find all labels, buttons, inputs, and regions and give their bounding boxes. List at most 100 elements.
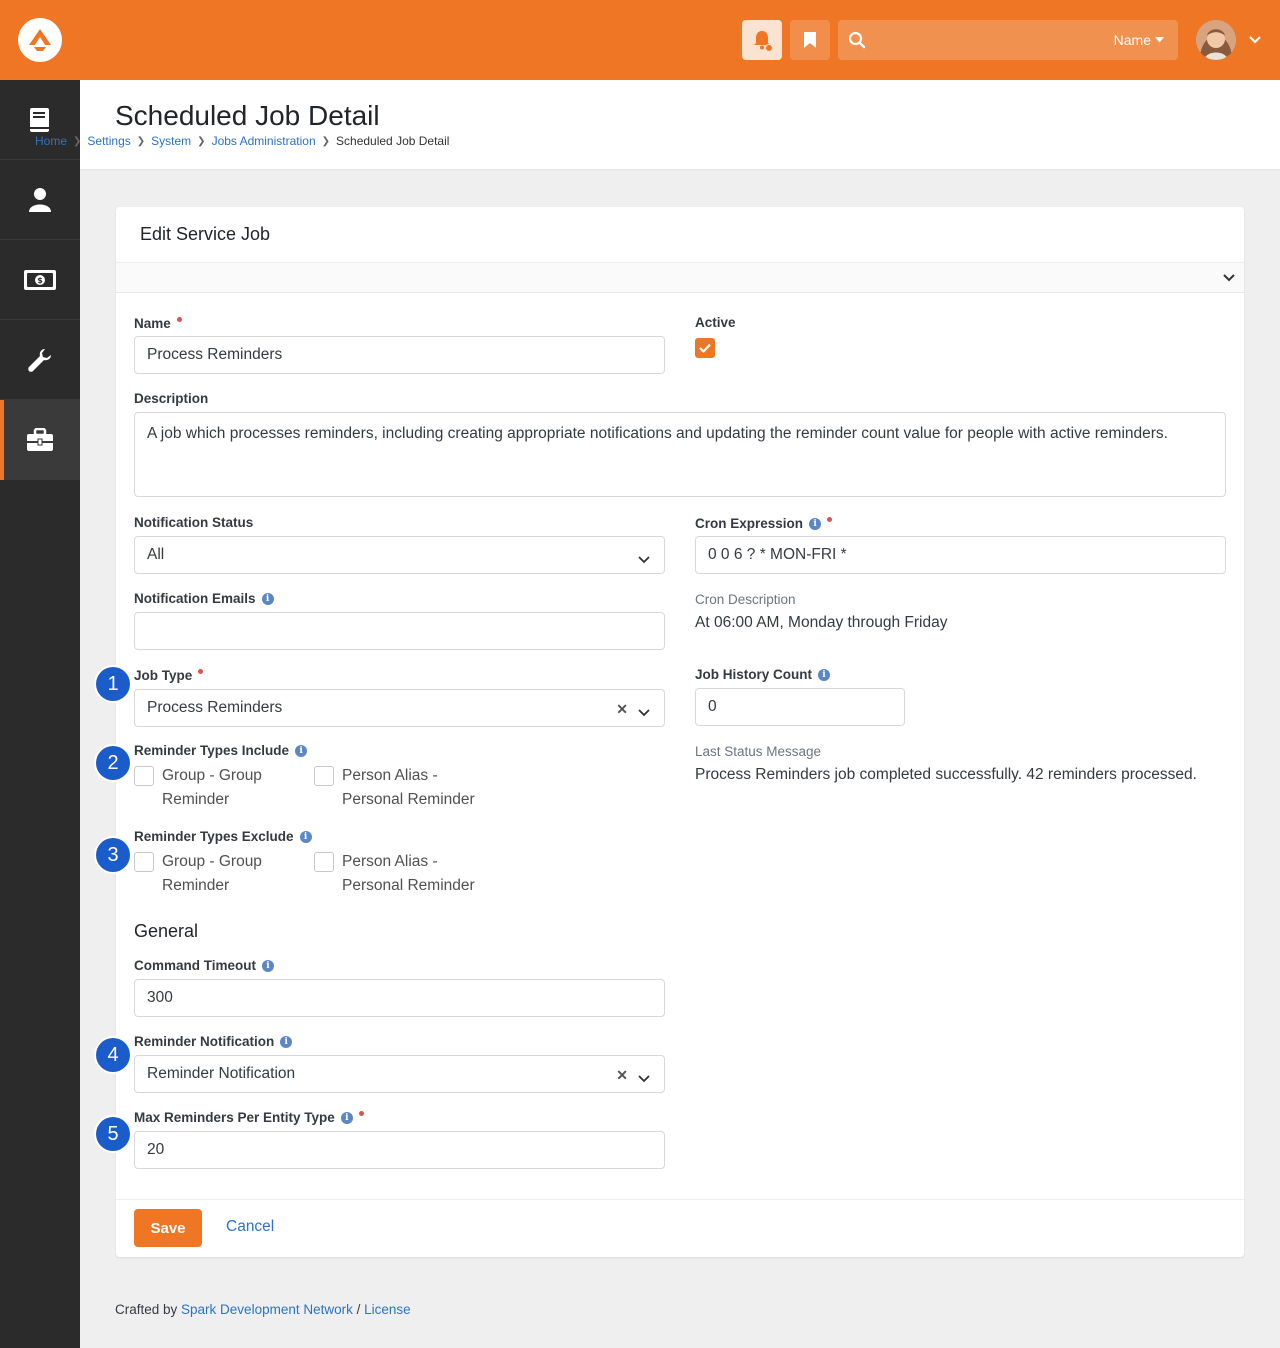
info-icon[interactable]: i	[818, 668, 830, 681]
option-line: Personal Reminder	[342, 791, 475, 808]
option-line: Group - Group	[162, 767, 262, 784]
sidebar-item-pages[interactable]	[0, 80, 80, 160]
cron-expression-label-text: Cron Expression	[695, 516, 804, 531]
chevron-down-icon	[638, 704, 650, 722]
panel-footer	[116, 1199, 1244, 1257]
cron-expression-input[interactable]: 0 0 6 ? * MON-FRI *	[695, 536, 1226, 574]
checkmark-icon	[699, 343, 711, 353]
chevron-down-icon[interactable]	[1222, 271, 1236, 289]
breadcrumb-jobs-administration[interactable]: Jobs Administration	[212, 134, 316, 148]
clear-icon[interactable]: ✕	[616, 701, 628, 718]
cron-expression-label: Cron Expression i	[695, 516, 833, 531]
notification-status-select[interactable]: All	[134, 536, 665, 574]
cron-description-label: Cron Description	[695, 592, 796, 607]
option-line: Personal Reminder	[342, 877, 475, 894]
option-line: Person Alias -	[342, 853, 438, 870]
search-icon	[848, 31, 866, 54]
include-group-reminder-checkbox[interactable]	[134, 766, 154, 786]
info-icon[interactable]: i	[340, 1111, 353, 1124]
exclude-personal-reminder-label[interactable]: Person Alias - Personal Reminder	[342, 850, 475, 898]
cron-description-value: At 06:00 AM, Monday through Friday	[695, 614, 948, 631]
job-history-count-label: Job History Count i	[695, 667, 830, 682]
notification-emails-label: Notification Emails i	[134, 591, 274, 606]
job-history-count-input[interactable]: 0	[695, 688, 905, 726]
required-indicator	[176, 317, 182, 322]
sidebar-item-tools[interactable]	[0, 320, 80, 400]
option-line: Group - Group	[162, 853, 262, 870]
command-timeout-input[interactable]: 300	[134, 979, 665, 1017]
breadcrumb-separator-icon: ❯	[197, 135, 206, 147]
rock-logo-icon[interactable]	[18, 18, 62, 62]
bookmark-icon[interactable]	[790, 20, 830, 60]
max-reminders-label: Max Reminders Per Entity Type i	[134, 1110, 364, 1125]
breadcrumb-separator-icon: ❯	[73, 135, 82, 147]
name-label: Name	[134, 316, 182, 331]
info-icon[interactable]: i	[261, 592, 274, 605]
sidebar-item-admin[interactable]	[0, 400, 80, 480]
command-timeout-label: Command Timeout i	[134, 958, 275, 973]
caret-down-icon	[1155, 37, 1164, 43]
sidebar-item-people[interactable]	[0, 160, 80, 240]
reminder-notification-value: Reminder Notification	[147, 1065, 296, 1082]
include-group-reminder-label[interactable]: Group - Group Reminder	[162, 764, 262, 812]
job-type-value: Process Reminders	[147, 699, 283, 716]
general-section-title: General	[134, 921, 199, 941]
page-footer: Crafted by Spark Development Network / L…	[115, 1302, 411, 1317]
search-input[interactable]	[874, 28, 1094, 52]
info-icon[interactable]: i	[262, 959, 275, 972]
name-input[interactable]: Process Reminders	[134, 336, 665, 374]
cancel-button[interactable]: Cancel	[226, 1218, 274, 1236]
briefcase-icon	[27, 427, 53, 451]
reminder-notification-select[interactable]: Reminder Notification ✕	[134, 1055, 665, 1093]
info-icon[interactable]: i	[299, 830, 312, 843]
footer-separator: /	[352, 1302, 365, 1317]
notification-emails-input[interactable]	[134, 612, 665, 650]
breadcrumb-system[interactable]: System	[151, 134, 191, 148]
license-link[interactable]: License	[364, 1302, 411, 1317]
active-label: Active	[695, 315, 736, 330]
job-type-label-text: Job Type	[134, 668, 193, 683]
search-filter-dropdown[interactable]: Name	[1114, 32, 1164, 48]
clear-icon[interactable]: ✕	[616, 1067, 628, 1084]
search-filter-label: Name	[1113, 32, 1151, 48]
last-status-value: Process Reminders job completed successf…	[695, 766, 1197, 783]
name-label-text: Name	[134, 316, 171, 331]
breadcrumb: Home ❯ Settings ❯ System ❯ Jobs Administ…	[35, 134, 449, 148]
job-type-select[interactable]: Process Reminders ✕	[134, 689, 665, 727]
exclude-personal-reminder-checkbox[interactable]	[314, 852, 334, 872]
max-reminders-input[interactable]: 20	[134, 1131, 665, 1169]
person-icon	[29, 187, 51, 212]
page-title: Scheduled Job Detail	[115, 100, 380, 131]
required-indicator	[358, 1111, 364, 1116]
spark-link[interactable]: Spark Development Network	[181, 1302, 353, 1317]
book-icon	[30, 107, 49, 132]
avatar[interactable]	[1196, 20, 1236, 60]
info-icon[interactable]: i	[809, 517, 822, 530]
breadcrumb-separator-icon: ❯	[136, 135, 146, 147]
wrench-icon	[28, 348, 51, 372]
description-label: Description	[134, 391, 209, 406]
notifications-bell-icon[interactable]	[742, 20, 782, 60]
info-icon[interactable]: i	[295, 744, 308, 757]
info-icon[interactable]: i	[280, 1035, 293, 1048]
exclude-group-reminder-label[interactable]: Group - Group Reminder	[162, 850, 262, 898]
breadcrumb-settings[interactable]: Settings	[87, 134, 130, 148]
include-personal-reminder-checkbox[interactable]	[314, 766, 334, 786]
include-personal-reminder-label[interactable]: Person Alias - Personal Reminder	[342, 764, 475, 812]
chevron-down-icon	[638, 551, 650, 569]
chevron-down-icon[interactable]	[1248, 32, 1262, 50]
option-line: Reminder	[162, 791, 230, 808]
callout-badge: 1	[96, 667, 130, 701]
panel-heading: Edit Service Job	[116, 207, 1244, 263]
top-bar: Name	[0, 0, 1280, 80]
description-textarea[interactable]: A job which processes reminders, includi…	[134, 412, 1226, 497]
active-checkbox[interactable]	[695, 338, 715, 358]
sidebar-item-finance[interactable]: $	[0, 240, 80, 320]
panel-title: Edit Service Job	[140, 224, 271, 244]
exclude-group-reminder-checkbox[interactable]	[134, 852, 154, 872]
page-header: Scheduled Job Detail	[80, 80, 1280, 170]
reminder-types-include-label: Reminder Types Include i	[134, 743, 308, 758]
reminder-types-exclude-label: Reminder Types Exclude i	[134, 829, 312, 844]
breadcrumb-home[interactable]: Home	[35, 134, 67, 148]
save-button[interactable]: Save	[134, 1209, 202, 1247]
